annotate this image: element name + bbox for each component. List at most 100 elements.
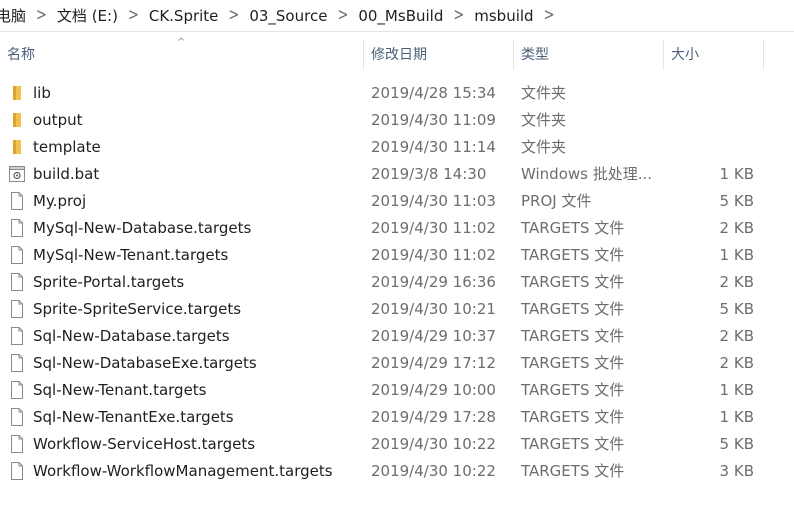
file-row[interactable]: Sprite-Portal.targets 2019/4/29 16:36 TARG…: [0, 269, 794, 296]
file-name: lib: [33, 84, 51, 102]
breadcrumb-item[interactable]: 文档 (E:): [53, 5, 122, 26]
breadcrumb-item[interactable]: CK.Sprite: [145, 7, 223, 25]
file-icon: [9, 354, 25, 372]
file-icon: [9, 246, 25, 264]
column-header-size[interactable]: 大小: [671, 38, 763, 72]
file-row[interactable]: MySql-New-Tenant.targets 2019/4/30 11:02 T…: [0, 242, 794, 269]
file-size: 1 KB: [719, 381, 754, 399]
file-size: 3 KB: [719, 462, 754, 480]
chevron-right-icon[interactable]: >: [331, 6, 354, 26]
file-row[interactable]: Sql-New-Database.targets 2019/4/29 10:37 T…: [0, 323, 794, 350]
file-row[interactable]: MySql-New-Database.targets 2019/4/30 11:0…: [0, 215, 794, 242]
file-icon: [9, 300, 25, 318]
column-header-type[interactable]: 类型: [521, 38, 663, 72]
file-type: 文件夹: [521, 138, 567, 156]
folder-icon: [9, 138, 25, 156]
file-row[interactable]: template 2019/4/30 11:14 文件夹: [0, 134, 794, 161]
chevron-right-icon[interactable]: >: [222, 6, 245, 26]
file-modified-date: 2019/4/29 16:36: [371, 273, 496, 291]
breadcrumb-item[interactable]: msbuild: [470, 7, 537, 25]
file-type: TARGETS 文件: [521, 273, 625, 291]
breadcrumb-item[interactable]: 00_MsBuild: [354, 7, 447, 25]
file-name: MySql-New-Tenant.targets: [33, 246, 229, 264]
file-modified-date: 2019/4/30 11:02: [371, 219, 496, 237]
file-size: 5 KB: [719, 192, 754, 210]
file-size: 2 KB: [719, 354, 754, 372]
file-name: MySql-New-Database.targets: [33, 219, 252, 237]
column-header-date-label: 修改日期: [371, 47, 427, 63]
file-modified-date: 2019/4/30 11:02: [371, 246, 496, 264]
file-name: Sql-New-DatabaseExe.targets: [33, 354, 257, 372]
file-row[interactable]: My.proj 2019/4/30 11:03 PROJ 文件 5 KB: [0, 188, 794, 215]
breadcrumb-item[interactable]: 03_Source: [245, 7, 331, 25]
file-size: 5 KB: [719, 300, 754, 318]
folder-icon: [9, 84, 25, 102]
file-modified-date: 2019/4/30 11:09: [371, 111, 496, 129]
file-type: TARGETS 文件: [521, 327, 625, 345]
column-header-name[interactable]: 名称: [7, 38, 363, 72]
file-size: 5 KB: [719, 435, 754, 453]
column-divider[interactable]: [513, 40, 514, 70]
column-header-name-label: 名称: [7, 47, 35, 63]
chevron-right-icon[interactable]: >: [538, 6, 561, 26]
column-header-bar: ^ 名称 修改日期 类型 大小: [0, 38, 794, 72]
chevron-right-icon[interactable]: >: [447, 6, 470, 26]
file-name: Sql-New-Database.targets: [33, 327, 230, 345]
file-type: Windows 批处理...: [521, 165, 653, 183]
file-name: output: [33, 111, 83, 129]
column-header-date[interactable]: 修改日期: [371, 38, 513, 72]
file-name: Workflow-ServiceHost.targets: [33, 435, 256, 453]
file-name: Workflow-WorkflowManagement.targets: [33, 462, 333, 480]
chevron-right-icon[interactable]: >: [30, 6, 53, 26]
file-type: TARGETS 文件: [521, 246, 625, 264]
file-name: template: [33, 138, 101, 156]
file-size: 1 KB: [719, 165, 754, 183]
file-row[interactable]: output 2019/4/30 11:09 文件夹: [0, 107, 794, 134]
column-divider[interactable]: [763, 40, 764, 70]
column-header-type-label: 类型: [521, 47, 549, 63]
file-row[interactable]: Workflow-ServiceHost.targets 2019/4/30 10…: [0, 431, 794, 458]
file-type: TARGETS 文件: [521, 408, 625, 426]
file-modified-date: 2019/4/30 10:21: [371, 300, 496, 318]
file-modified-date: 2019/4/29 10:00: [371, 381, 496, 399]
file-icon: [9, 219, 25, 237]
file-row[interactable]: Workflow-WorkflowManagement.targets 2019/…: [0, 458, 794, 485]
file-list: lib 2019/4/28 15:34 文件夹 output 2019/4/30 11:…: [0, 80, 794, 485]
file-icon: [9, 462, 25, 480]
file-icon: [9, 435, 25, 453]
file-type: TARGETS 文件: [521, 219, 625, 237]
file-type: 文件夹: [521, 111, 567, 129]
file-type: TARGETS 文件: [521, 435, 625, 453]
file-name: Sql-New-Tenant.targets: [33, 381, 207, 399]
file-modified-date: 2019/4/30 10:22: [371, 435, 496, 453]
file-row[interactable]: Sprite-SpriteService.targets 2019/4/30 10…: [0, 296, 794, 323]
file-modified-date: 2019/4/29 10:37: [371, 327, 496, 345]
file-row[interactable]: lib 2019/4/28 15:34 文件夹: [0, 80, 794, 107]
file-modified-date: 2019/4/30 10:22: [371, 462, 496, 480]
batch-file-icon: [9, 165, 25, 183]
file-row[interactable]: Sql-New-DatabaseExe.targets 2019/4/29 17:…: [0, 350, 794, 377]
file-name: Sprite-SpriteService.targets: [33, 300, 242, 318]
file-icon: [9, 327, 25, 345]
file-size: 1 KB: [719, 408, 754, 426]
file-size: 1 KB: [719, 246, 754, 264]
file-icon: [9, 408, 25, 426]
file-row[interactable]: Sql-New-TenantExe.targets 2019/4/29 17:28…: [0, 404, 794, 431]
file-size: 2 KB: [719, 273, 754, 291]
address-bar-breadcrumb[interactable]: 电脑 > 文档 (E:) > CK.Sprite >03_Source >00_MsBuil…: [0, 0, 794, 32]
file-icon: [9, 273, 25, 291]
breadcrumb-item[interactable]: 电脑: [0, 5, 30, 26]
file-modified-date: 2019/4/29 17:28: [371, 408, 496, 426]
file-modified-date: 2019/3/8 14:30: [371, 165, 487, 183]
chevron-right-icon[interactable]: >: [122, 6, 145, 26]
column-divider[interactable]: [663, 40, 664, 70]
file-icon: [9, 381, 25, 399]
file-type: TARGETS 文件: [521, 300, 625, 318]
column-divider[interactable]: [363, 40, 364, 70]
file-row[interactable]: Sql-New-Tenant.targets 2019/4/29 10:00 TAR…: [0, 377, 794, 404]
column-header-size-label: 大小: [671, 47, 699, 63]
file-modified-date: 2019/4/30 11:14: [371, 138, 496, 156]
file-type: PROJ 文件: [521, 192, 592, 210]
file-row[interactable]: build.bat 2019/3/8 14:30 Windows 批处理... 1 K…: [0, 161, 794, 188]
file-modified-date: 2019/4/29 17:12: [371, 354, 496, 372]
